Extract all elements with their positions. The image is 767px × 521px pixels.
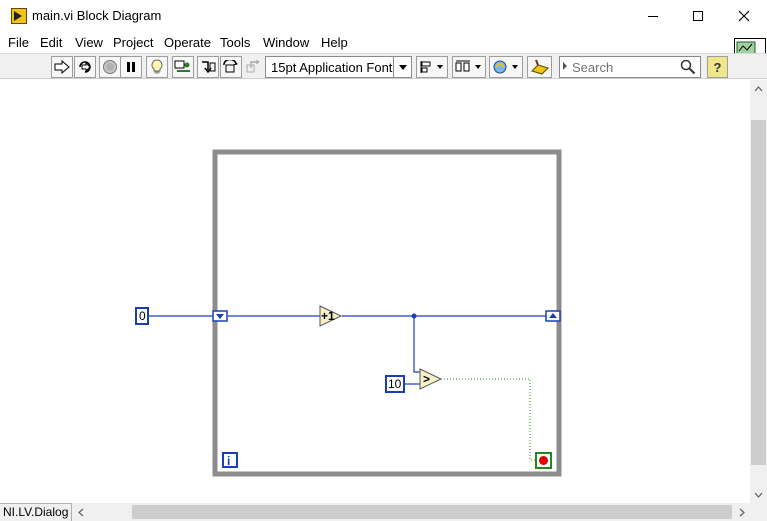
menu-project[interactable]: Project	[113, 35, 153, 50]
run-continuously-button[interactable]	[74, 56, 96, 78]
greater-than-primitive[interactable]: >	[419, 368, 443, 390]
menu-help[interactable]: Help	[321, 35, 348, 50]
run-continuous-icon	[79, 61, 91, 73]
minimize-icon	[648, 15, 658, 17]
font-label: 15pt Application Font	[271, 60, 393, 75]
step-out-button[interactable]	[242, 56, 264, 78]
iteration-terminal[interactable]: i	[222, 452, 238, 468]
menu-edit[interactable]: Edit	[40, 35, 62, 50]
clean-up-diagram-button[interactable]	[527, 56, 552, 78]
align-objects-button[interactable]	[416, 56, 448, 78]
conditional-terminal[interactable]	[535, 452, 552, 469]
highlight-execution-button[interactable]	[146, 56, 168, 78]
retain-wire-values-button[interactable]	[172, 56, 194, 78]
menu-view[interactable]: View	[75, 35, 103, 50]
greater-than-label: >	[423, 372, 430, 386]
step-out-icon	[246, 60, 260, 73]
application-instance-label: NI.LV.Dialog	[0, 503, 72, 521]
constant-zero-value: 0	[139, 309, 146, 323]
magnifier-icon[interactable]	[680, 59, 696, 78]
step-over-icon	[223, 60, 238, 73]
menu-tools[interactable]: Tools	[220, 35, 250, 50]
menu-bar: File Edit View Project Operate Tools Win…	[0, 32, 767, 53]
run-arrow-icon	[54, 60, 70, 74]
title-bar: main.vi Block Diagram	[0, 0, 767, 32]
vertical-scrollbar[interactable]	[750, 80, 767, 503]
menu-operate[interactable]: Operate	[164, 35, 211, 50]
chevron-right-icon	[563, 62, 567, 70]
abort-icon	[103, 60, 117, 74]
iteration-terminal-label: i	[227, 454, 230, 468]
maximize-icon	[693, 11, 703, 21]
step-into-button[interactable]	[197, 56, 219, 78]
numeric-constant-ten[interactable]: 10	[385, 375, 405, 393]
scroll-up-icon[interactable]	[750, 80, 767, 97]
search-field[interactable]	[559, 56, 701, 78]
boolean-wire[interactable]	[441, 378, 537, 461]
pause-icon	[127, 62, 135, 72]
block-diagram-canvas[interactable]: 0 +1 10 > i	[0, 80, 750, 503]
diagram-svg: 0 +1 10 > i	[135, 149, 562, 477]
stop-icon	[539, 456, 548, 465]
scroll-right-icon[interactable]	[733, 503, 750, 521]
shift-register-left[interactable]	[212, 310, 228, 322]
menu-file[interactable]: File	[8, 35, 29, 50]
scrollbar-corner	[750, 503, 767, 521]
scroll-down-icon[interactable]	[750, 486, 767, 503]
pause-button[interactable]	[120, 56, 142, 78]
toolbar: 15pt Application Font ?	[0, 53, 767, 79]
numeric-wires[interactable]	[148, 315, 546, 385]
context-name: NI.LV.Dialog	[3, 505, 69, 519]
step-into-icon	[202, 61, 216, 74]
close-button[interactable]	[721, 0, 767, 32]
step-over-button[interactable]	[220, 56, 242, 78]
horizontal-scroll-thumb[interactable]	[132, 505, 732, 519]
horizontal-scrollbar[interactable]	[72, 503, 750, 521]
labview-vi-icon	[11, 8, 27, 24]
constant-ten-value: 10	[388, 377, 402, 391]
close-icon	[738, 10, 750, 22]
reorder-icon	[493, 60, 518, 74]
context-help-icon: ?	[713, 59, 722, 75]
reorder-button[interactable]	[489, 56, 523, 78]
distribute-objects-button[interactable]	[452, 56, 486, 78]
shift-register-right[interactable]	[545, 310, 561, 322]
text-settings-dropdown[interactable]: 15pt Application Font	[265, 56, 412, 78]
align-objects-icon	[420, 61, 443, 73]
increment-label: +1	[321, 309, 335, 323]
chevron-down-icon	[393, 57, 411, 77]
wire-junction	[411, 313, 417, 319]
increment-primitive[interactable]: +1	[319, 305, 343, 327]
retain-wire-values-icon	[174, 60, 190, 72]
maximize-button[interactable]	[675, 0, 721, 32]
minimize-button[interactable]	[630, 0, 676, 32]
abort-button[interactable]	[99, 56, 121, 78]
scroll-left-icon[interactable]	[72, 503, 89, 521]
clean-up-diagram-icon	[530, 59, 549, 75]
vertical-scroll-thumb[interactable]	[751, 120, 766, 465]
search-input[interactable]	[572, 59, 682, 75]
window-title: main.vi Block Diagram	[32, 8, 162, 23]
highlight-execution-icon	[151, 59, 163, 74]
menu-window[interactable]: Window	[263, 35, 309, 50]
distribute-objects-icon	[455, 60, 481, 72]
context-help-button[interactable]: ?	[707, 56, 728, 78]
run-button[interactable]	[51, 56, 73, 78]
while-loop-frame[interactable]	[212, 149, 562, 477]
numeric-constant-zero[interactable]: 0	[135, 307, 149, 325]
